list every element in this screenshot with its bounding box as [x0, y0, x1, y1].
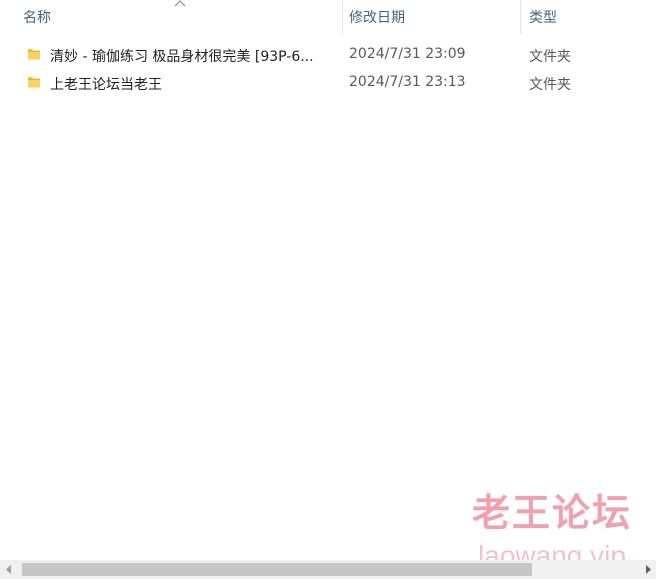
scroll-left-icon[interactable]	[0, 560, 16, 579]
file-type: 文件夹	[529, 49, 571, 65]
scroll-right-icon[interactable]	[640, 560, 656, 579]
column-header-name[interactable]: 名称	[0, 0, 343, 34]
folder-icon	[28, 49, 40, 60]
watermark-title: 老王论坛	[471, 491, 632, 535]
sort-up-icon	[174, 0, 186, 7]
column-header-name-label: 名称	[23, 10, 51, 26]
horizontal-scrollbar[interactable]	[0, 560, 656, 579]
horizontal-scrollbar-thumb[interactable]	[22, 563, 532, 576]
column-header-date-label: 修改日期	[349, 10, 405, 26]
file-row[interactable]: 清妙 - 瑜伽练习 极品身材很完美 [93P-6... 2024/7/31 23…	[0, 41, 656, 69]
column-header-type[interactable]: 类型	[521, 0, 656, 34]
file-name: 上老王论坛当老王	[50, 77, 162, 93]
file-explorer-list: 名称 修改日期 类型 清妙 - 瑜伽练习 极品身材很完美 [93P-6... 2…	[0, 0, 656, 579]
file-date-modified: 2024/7/31 23:13	[349, 74, 466, 90]
file-type: 文件夹	[529, 77, 571, 93]
column-header-date-modified[interactable]: 修改日期	[343, 0, 521, 34]
column-header-type-label: 类型	[529, 10, 557, 26]
column-header-bar: 名称 修改日期 类型	[0, 0, 656, 34]
file-date-modified: 2024/7/31 23:09	[349, 46, 466, 62]
file-list: 清妙 - 瑜伽练习 极品身材很完美 [93P-6... 2024/7/31 23…	[0, 41, 656, 97]
file-name: 清妙 - 瑜伽练习 极品身材很完美 [93P-6...	[50, 49, 314, 65]
folder-icon	[28, 77, 40, 88]
file-row[interactable]: 上老王论坛当老王 2024/7/31 23:13 文件夹	[0, 69, 656, 97]
